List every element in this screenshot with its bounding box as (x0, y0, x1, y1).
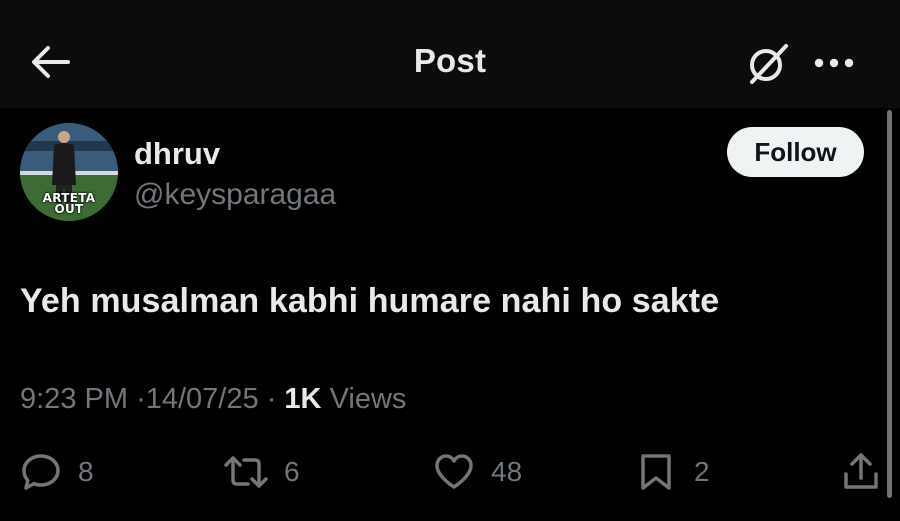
repost-count: 6 (284, 456, 300, 487)
bookmark-count: 2 (694, 456, 710, 487)
views-count: 1K (284, 383, 322, 415)
like-button[interactable]: 48 (433, 452, 533, 492)
share-button[interactable] (840, 452, 882, 492)
follow-button[interactable]: Follow (727, 127, 864, 177)
tweet-meta: 9:23 PM ·14/07/25 · 1K Views (20, 383, 406, 416)
reply-button[interactable]: 8 (20, 452, 110, 492)
post-screen: Post ARTETA OUT dhruv @keysparagaa Follo… (0, 0, 900, 521)
meta-separator: · (136, 383, 146, 415)
like-count: 48 (491, 456, 523, 487)
reply-icon (22, 454, 60, 490)
meta-separator: · (266, 383, 277, 415)
top-bar: Post (0, 0, 900, 108)
share-icon (844, 453, 878, 489)
more-button[interactable] (810, 50, 860, 76)
bookmark-icon (641, 454, 671, 490)
grok-icon (750, 44, 788, 84)
tweet-date[interactable]: 14/07/25 (146, 383, 259, 415)
tweet-text: Yeh musalman kabhi humare nahi ho sakte (20, 282, 720, 320)
repost-button[interactable]: 6 (222, 452, 312, 492)
scrollbar[interactable] (887, 110, 892, 498)
bookmark-button[interactable]: 2 (638, 452, 728, 492)
avatar[interactable]: ARTETA OUT (20, 123, 118, 221)
reply-count: 8 (78, 456, 94, 487)
avatar-text: ARTETA OUT (42, 191, 96, 216)
views-label: Views (329, 383, 407, 415)
repost-icon (224, 456, 268, 488)
user-handle[interactable]: @keysparagaa (134, 178, 336, 212)
heart-icon (435, 454, 473, 489)
tweet-time[interactable]: 9:23 PM (20, 383, 128, 415)
grok-button[interactable] (744, 40, 792, 88)
display-name[interactable]: dhruv (134, 136, 220, 172)
more-dots-icon (814, 58, 854, 68)
